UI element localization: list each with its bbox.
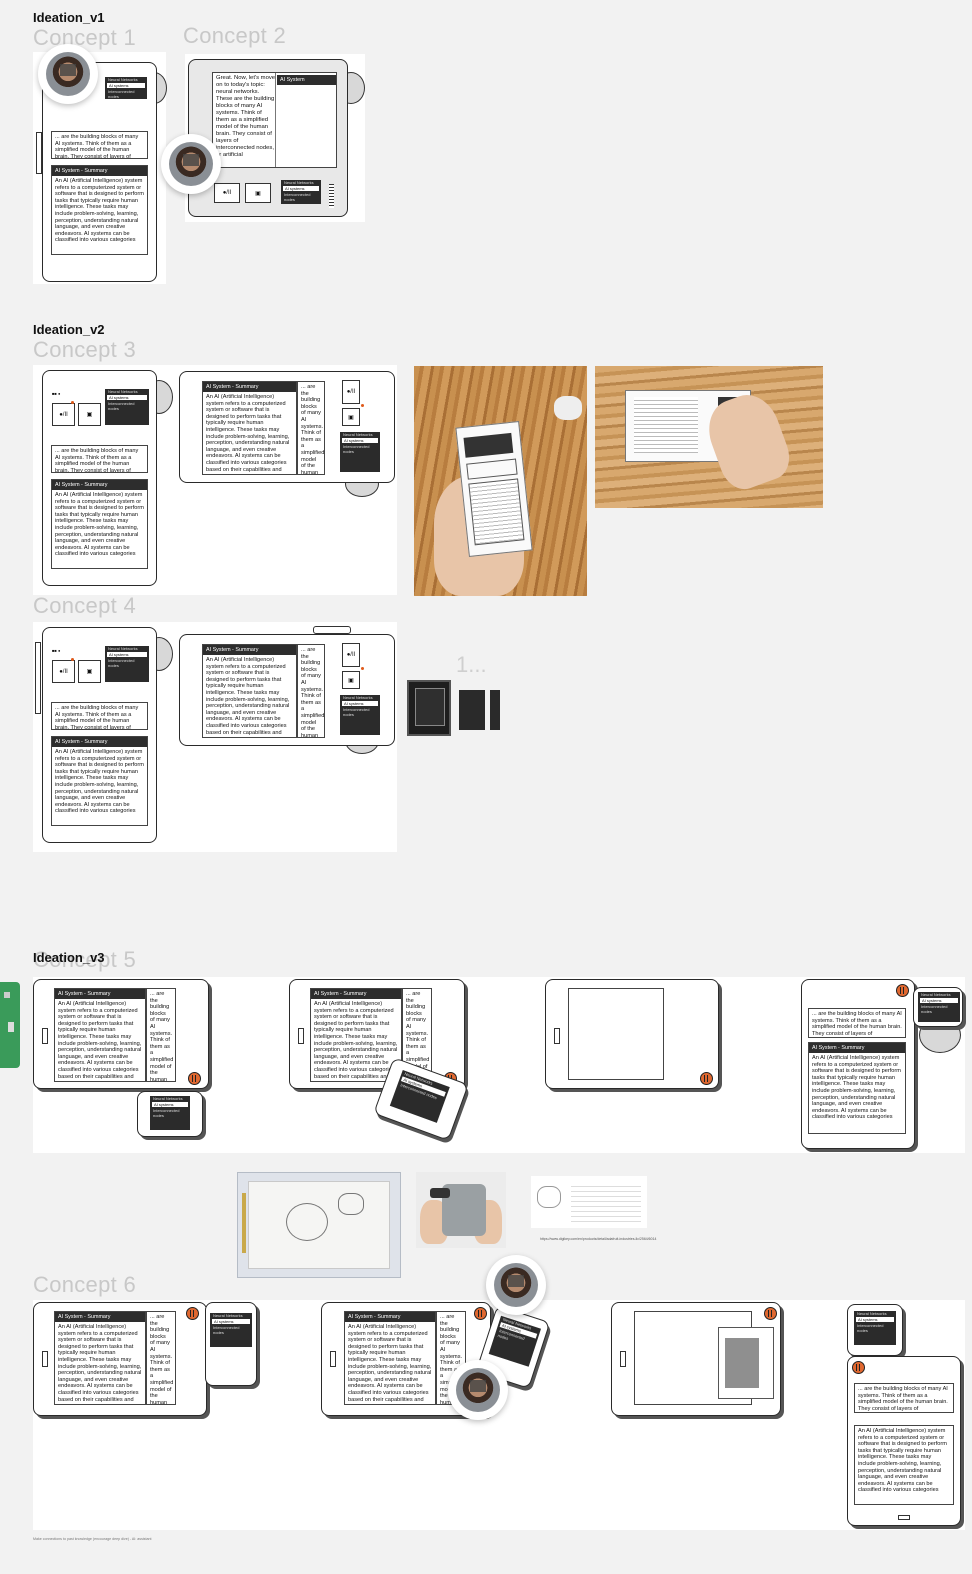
device-frame: ■■ ● ●/II ▣ Neural Networks AI systems I… — [42, 370, 157, 586]
play-pause-icon[interactable] — [896, 984, 909, 997]
summary-pane[interactable]: An AI (Artificial Intelligence) system r… — [854, 1425, 954, 1505]
reading-column[interactable]: ... are the building blocks of many AI s… — [297, 644, 325, 738]
summary-pane[interactable]: AI System - Summary An AI (Artificial In… — [51, 736, 148, 826]
topic-menu: Neural Networks AI systems Interconnecte… — [150, 1096, 190, 1130]
device-frame: AI System - Summary An AI (Artificial In… — [33, 1302, 207, 1416]
concept-1-label: Concept 1 — [33, 25, 136, 50]
summary-pane[interactable]: AI System - Summary An AI (Artificial In… — [54, 1311, 146, 1405]
concept-4-board: ■■ ● ●/II ▣ Neural Networks AI systems I… — [33, 622, 397, 852]
topic-menu: Neural Networks AI systems Interconnecte… — [340, 432, 380, 472]
reference-url[interactable]: https://www.digikey.com/en/products/deta… — [540, 1237, 656, 1241]
summary-pane[interactable]: AI System - Summary An AI (Artificial In… — [808, 1042, 906, 1134]
chat-pane[interactable]: Great. Now, let's move on to today's top… — [212, 72, 337, 168]
topic-menu: Neural Networks AI systems Interconnecte… — [854, 1311, 896, 1345]
prototype-photo-hand — [414, 366, 587, 596]
placeholder-count: 1... — [456, 652, 487, 677]
summary-pane[interactable]: AI System - Summary An AI (Artificial In… — [51, 479, 148, 569]
reading-pane[interactable]: ... are the building blocks of many AI s… — [51, 131, 148, 159]
topic-menu: Neural Networks AI systems Interconnecte… — [918, 992, 960, 1022]
eink-display-reference — [237, 1172, 401, 1278]
reading-column[interactable]: ... are the building blocks of many AI s… — [297, 381, 325, 475]
play-pause-icon[interactable] — [474, 1307, 487, 1320]
play-pause-button[interactable]: ●/II — [214, 183, 240, 203]
concept-5-board: AI System - Summary An AI (Artificial In… — [33, 977, 965, 1153]
device-frame: Great. Now, let's move on to today's top… — [188, 59, 348, 217]
concept-3-board: ■■ ● ●/II ▣ Neural Networks AI systems I… — [33, 365, 397, 595]
play-pause-icon[interactable] — [186, 1307, 199, 1320]
hardware-module — [459, 690, 485, 730]
hardware-strip — [490, 690, 500, 730]
circuit-board — [0, 982, 20, 1068]
device-frame — [545, 979, 719, 1089]
device-frame: ■■ ● ●/II ▣ Neural Networks AI systems I… — [42, 627, 157, 843]
concept-3-label: Concept 3 — [33, 337, 136, 362]
play-pause-button[interactable]: ●/II — [52, 403, 75, 426]
summary-pane[interactable]: AI System - Summary An AI (Artificial In… — [202, 381, 297, 475]
device-frame: Neural Networks AI systems Interconnecte… — [205, 1302, 257, 1386]
topic-menu: Neural Networks AI systems Interconnecte… — [281, 180, 321, 204]
topic-menu: Neural Networks AI systems Interconnecte… — [210, 1313, 252, 1347]
grid-button[interactable]: ▣ — [342, 408, 360, 426]
concept-2-label: Concept 2 — [183, 23, 286, 48]
play-pause-button[interactable]: ●/II — [342, 643, 360, 667]
concept-2-board: Great. Now, let's move on to today's top… — [185, 54, 365, 222]
reading-pane[interactable]: ... are the building blocks of many AI s… — [51, 445, 148, 473]
device-frame — [611, 1302, 781, 1416]
topic-menu: Neural Networks AI systems Interconnecte… — [105, 389, 149, 425]
avatar — [448, 1360, 508, 1420]
avatar — [486, 1255, 546, 1315]
reading-column[interactable]: ... are the building blocks of many AI s… — [146, 988, 176, 1082]
play-pause-button[interactable]: ●/II — [52, 660, 75, 683]
reading-column[interactable]: ... are the building blocks of many AI s… — [146, 1311, 176, 1405]
reading-pane[interactable]: ... are the building blocks of many AI s… — [854, 1383, 954, 1413]
footnote: Make connections to past knowledge (enco… — [33, 1537, 152, 1541]
summary-pane[interactable]: AI System - Summary An AI (Artificial In… — [51, 165, 148, 255]
device-frame: AI System - Summary An AI (Artificial In… — [179, 634, 395, 746]
summary-pane[interactable]: AI System - Summary An AI (Artificial In… — [310, 988, 402, 1082]
play-pause-button[interactable]: ●/II — [342, 380, 360, 404]
device-frame: AI System - Summary An AI (Artificial In… — [33, 979, 209, 1089]
prototype-photo-landscape — [595, 366, 823, 508]
topic-menu: Neural Networks AI systems Interconnecte… — [488, 1315, 542, 1367]
summary-pane[interactable]: AI System - Summary An AI (Artificial In… — [54, 988, 146, 1082]
section-title-v1: Ideation_v1 — [33, 10, 105, 25]
section-title-v2: Ideation_v2 — [33, 322, 105, 337]
summary-pane[interactable]: AI System - Summary An AI (Artificial In… — [202, 644, 297, 738]
concept-4-label: Concept 4 — [33, 593, 136, 618]
device-frame: ... are the building blocks of many AI s… — [847, 1356, 961, 1526]
hardware-controller-reference — [416, 1172, 506, 1248]
reading-pane[interactable]: ... are the building blocks of many AI s… — [51, 702, 148, 730]
blank-screen[interactable] — [568, 988, 664, 1080]
play-pause-icon[interactable] — [700, 1072, 713, 1085]
product-spec-reference — [531, 1176, 647, 1228]
device-frame: ... are the building blocks of many AI s… — [801, 979, 915, 1149]
grid-button[interactable]: ▣ — [78, 660, 101, 683]
concept-6-board: AI System - Summary An AI (Artificial In… — [33, 1300, 965, 1530]
play-pause-icon[interactable] — [188, 1072, 201, 1085]
topic-menu: Neural Networks AI systems Interconnecte… — [389, 1070, 450, 1123]
topic-menu: Neural Networks AI systems Interconnecte… — [105, 646, 149, 682]
display-module — [407, 680, 451, 736]
topic-menu: Neural Networks AI systems Interconnecte… — [340, 695, 380, 735]
grid-button[interactable]: ▣ — [342, 671, 360, 689]
summary-pane[interactable]: AI System - Summary An AI (Artificial In… — [344, 1311, 436, 1405]
play-pause-icon[interactable] — [852, 1361, 865, 1374]
grid-button[interactable]: ▣ — [245, 183, 271, 203]
device-frame: Neural Networks AI systems Interconnecte… — [137, 1091, 203, 1137]
play-pause-icon[interactable] — [764, 1307, 777, 1320]
device-frame: Neural Networks AI systems Interconnecte… — [913, 987, 963, 1027]
section-title-v3: Ideation_v3 — [33, 950, 105, 965]
device-frame: AI System - Summary An AI (Artificial In… — [179, 371, 395, 483]
grid-button[interactable]: ▣ — [78, 403, 101, 426]
topic-menu: Neural Networks AI systems Interconnecte… — [105, 77, 147, 99]
concept-6-label: Concept 6 — [33, 1272, 136, 1297]
device-frame: Neural Networks AI systems Interconnecte… — [847, 1304, 903, 1356]
reading-pane[interactable]: ... are the building blocks of many AI s… — [808, 1008, 906, 1038]
avatar — [161, 134, 221, 194]
avatar — [38, 44, 98, 104]
